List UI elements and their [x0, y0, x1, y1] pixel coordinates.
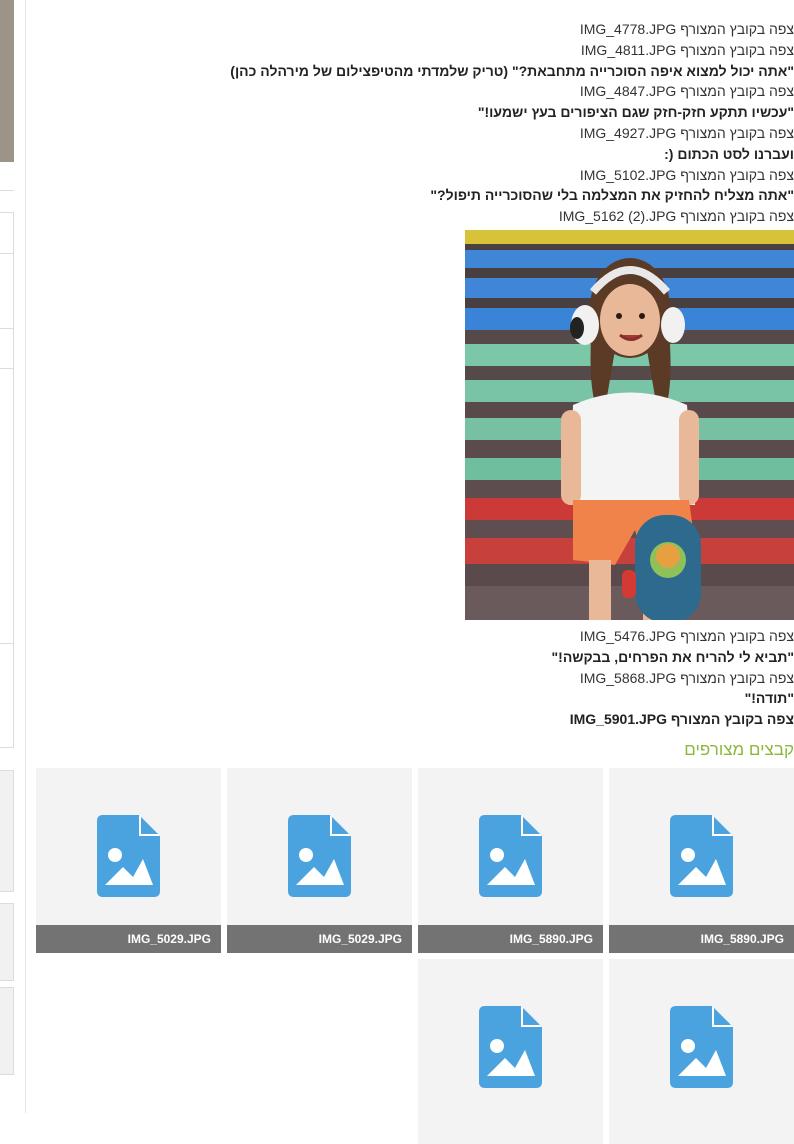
post-lines: צפה בקובץ המצורף IMG_5476.JPG "תביא לי לה…	[40, 626, 794, 730]
attachment-link[interactable]: צפה בקובץ המצורף IMG_4811.JPG	[40, 40, 794, 61]
attachment-filename: IMG_4927.JPG	[579, 124, 677, 141]
attachment-link[interactable]: צפה בקובץ המצורף IMG_5901.JPG	[40, 709, 794, 730]
image-file-icon	[288, 815, 351, 897]
post-lines: צפה בקובץ המצורף IMG_4778.JPG צפה בקובץ ה…	[40, 19, 794, 227]
sidebar-widget	[0, 987, 14, 1075]
sidebar-divider	[0, 643, 14, 644]
attachment-link-label: צפה בקובץ המצורף	[676, 41, 794, 58]
image-file-icon	[479, 1006, 542, 1088]
attachment-filename: IMG_5476.JPG	[579, 628, 677, 644]
post-body-continued: צפה בקובץ המצורף IMG_5476.JPG "תביא לי לה…	[40, 626, 794, 730]
sidebar-border	[25, 0, 26, 1113]
attachment-link[interactable]: צפה בקובץ המצורף IMG_5162 (2).JPG	[40, 206, 794, 227]
attachment-filename: IMG_5901.JPG	[569, 711, 668, 728]
attachment-filename: IMG_5102.JPG	[579, 166, 677, 183]
sidebar-divider	[0, 190, 14, 191]
left-sidebar	[0, 0, 27, 1113]
attachment-link-label: צפה בקובץ המצורף	[676, 124, 794, 141]
attachment-link[interactable]: צפה בקובץ המצורף IMG_5868.JPG	[40, 668, 794, 689]
attachment-link-label: צפה בקובץ המצורף	[676, 83, 794, 100]
sidebar-widget	[0, 903, 14, 981]
attachment-link[interactable]: צפה בקובץ המצורף IMG_4778.JPG	[40, 19, 794, 40]
attachment-tile[interactable]: IMG_5029.JPG	[36, 768, 221, 953]
attachment-link-label: צפה בקובץ המצורף	[667, 711, 794, 728]
sidebar-divider	[0, 368, 14, 369]
photo-caption: "תודה!"	[744, 690, 794, 707]
attachment-link[interactable]: צפה בקובץ המצורף IMG_5476.JPG	[40, 626, 794, 647]
attachment-link-label: צפה בקובץ המצורף	[676, 628, 794, 644]
sidebar-photo	[0, 0, 14, 162]
sidebar-box	[0, 212, 14, 748]
attachment-tile[interactable]	[418, 959, 603, 1144]
sidebar-widget	[0, 770, 14, 892]
attachment-link-label: צפה בקובץ המצורף	[676, 208, 794, 225]
photo-caption: "אתה יכול למצוא איפה הסוכרייה מתחבאת?" (…	[230, 62, 794, 79]
sidebar-divider	[0, 328, 14, 329]
photo-caption: "עכשיו תתקע חזק-חזק שגם הציפורים בעץ ישמ…	[477, 104, 794, 121]
photo-caption: ועברנו לסט הכתום (:	[664, 145, 794, 162]
attachment-link-label: צפה בקובץ המצורף	[676, 21, 794, 37]
attachment-filename-bar: IMG_5890.JPG	[609, 925, 794, 953]
attachment-filename: IMG_4778.JPG	[579, 21, 677, 37]
attachment-tile[interactable]	[609, 959, 794, 1144]
attachment-link[interactable]: צפה בקובץ המצורף IMG_4927.JPG	[40, 123, 794, 144]
photo-caption: "אתה מצליח להחזיק את המצלמה בלי שהסוכריי…	[430, 187, 794, 204]
attachment-tile[interactable]: IMG_5029.JPG	[227, 768, 412, 953]
attachment-link-label: צפה בקובץ המצורף	[676, 669, 794, 686]
attachment-filename-bar: IMG_5029.JPG	[227, 925, 412, 953]
attachment-filename-bar: IMG_5029.JPG	[36, 925, 221, 953]
attachment-filename: IMG_5868.JPG	[579, 669, 677, 686]
image-file-icon	[97, 815, 160, 897]
attachment-link[interactable]: צפה בקובץ המצורף IMG_5102.JPG	[40, 165, 794, 186]
attachment-tile[interactable]: IMG_5890.JPG	[609, 768, 794, 953]
photo-caption: "תביא לי להריח את הפרחים, בבקשה!"	[551, 648, 794, 665]
attachment-filename: IMG_4847.JPG	[579, 83, 677, 100]
attachment-link-label: צפה בקובץ המצורף	[676, 166, 794, 183]
attachment-filename: IMG_5162 (2).JPG	[558, 208, 677, 225]
attachments-title: קבצים מצורפים	[684, 740, 794, 759]
attachment-filename-bar: IMG_5890.JPG	[418, 925, 603, 953]
attachment-link[interactable]: צפה בקובץ המצורף IMG_4847.JPG	[40, 81, 794, 102]
image-file-icon	[479, 815, 542, 897]
attachment-filename: IMG_4811.JPG	[580, 41, 677, 58]
inline-photo-girl-skateboard[interactable]	[465, 230, 794, 620]
image-file-icon	[670, 815, 733, 897]
photo-illustration	[465, 230, 794, 620]
post-body: צפה בקובץ המצורף IMG_4778.JPG צפה בקובץ ה…	[40, 19, 794, 227]
attachment-tile[interactable]: IMG_5890.JPG	[418, 768, 603, 953]
sidebar-divider	[0, 253, 14, 254]
image-file-icon	[670, 1006, 733, 1088]
